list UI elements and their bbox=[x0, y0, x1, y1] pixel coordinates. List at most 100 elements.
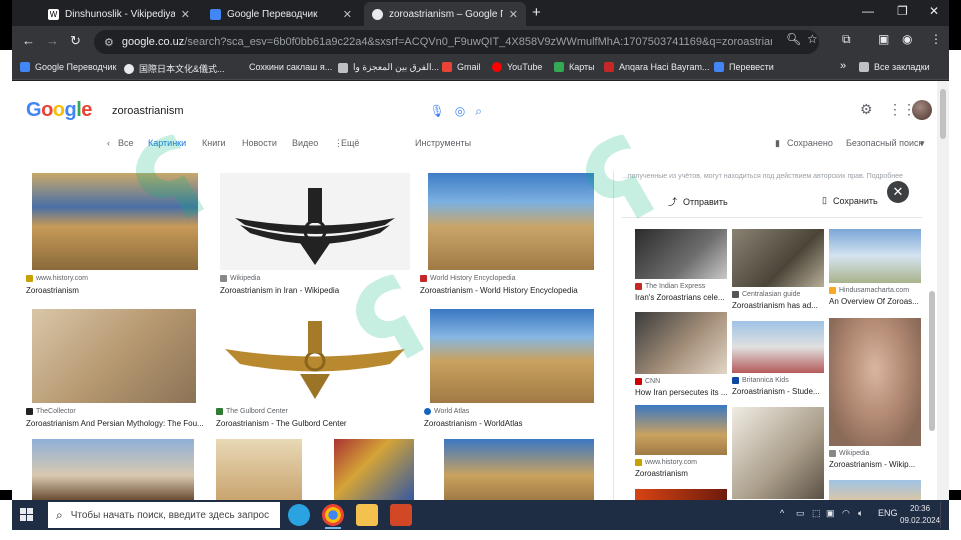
bookmark-item[interactable]: Карты bbox=[554, 62, 595, 72]
volume-icon[interactable]: 🔈︎ bbox=[858, 508, 863, 519]
result-image[interactable] bbox=[428, 173, 594, 270]
related-image[interactable] bbox=[635, 229, 727, 279]
close-icon[interactable]: ✕ bbox=[181, 8, 190, 21]
safesearch-button[interactable]: Безопасный поиск bbox=[846, 138, 922, 148]
related-source[interactable]: Britannica Kids bbox=[732, 377, 789, 384]
page-scrollbar[interactable] bbox=[937, 81, 949, 500]
powerpoint-icon[interactable] bbox=[390, 504, 412, 526]
bookmark-item[interactable]: Gmail bbox=[442, 62, 481, 72]
bookmark-item[interactable]: Сохкини саклаш я... bbox=[234, 62, 332, 72]
related-caption[interactable]: Iran's Zoroastrians cele... bbox=[635, 293, 729, 302]
extensions-icon[interactable]: ⧉ bbox=[842, 32, 851, 47]
scrollbar-thumb[interactable] bbox=[929, 291, 935, 431]
close-icon[interactable]: ✕ bbox=[343, 8, 352, 21]
related-image[interactable] bbox=[635, 489, 727, 500]
wifi-icon[interactable]: ◠ bbox=[842, 508, 850, 519]
result-image[interactable] bbox=[430, 309, 594, 403]
forward-arrow-icon[interactable]: → bbox=[46, 33, 59, 48]
related-image[interactable] bbox=[829, 229, 921, 283]
close-icon[interactable]: ✕ bbox=[887, 181, 909, 203]
clock[interactable]: 20:36 09.02.2024 bbox=[900, 503, 940, 527]
related-caption[interactable]: Zoroastrianism has ad... bbox=[732, 301, 826, 310]
result-image[interactable] bbox=[220, 173, 410, 270]
related-caption[interactable]: Zoroastrianism - Stude... bbox=[732, 387, 826, 396]
back-arrow-icon[interactable]: ← bbox=[22, 33, 35, 48]
result-image[interactable] bbox=[32, 439, 194, 500]
tools-button[interactable]: Инструменты bbox=[415, 138, 471, 148]
scrollbar-thumb[interactable] bbox=[940, 89, 946, 139]
chevron-down-icon[interactable]: ▾ bbox=[920, 138, 925, 149]
saved-bookmark-icon[interactable]: ▮ bbox=[775, 138, 780, 149]
related-source[interactable]: www.history.com bbox=[635, 459, 697, 466]
result-image[interactable] bbox=[32, 173, 198, 270]
bookmark-item[interactable]: Anqara Haci Bayram... bbox=[604, 62, 710, 72]
filter-more[interactable]: Ещё bbox=[341, 138, 359, 148]
tray-network-icon[interactable]: ▭ bbox=[796, 508, 805, 519]
tray-chevron-icon[interactable]: ^ bbox=[780, 508, 784, 518]
related-source[interactable]: The Indian Express bbox=[635, 283, 705, 290]
zoom-icon[interactable]: 🔍︎ bbox=[786, 32, 801, 46]
related-source[interactable]: Hindusamacharta.com bbox=[829, 287, 909, 294]
related-image[interactable] bbox=[732, 321, 824, 373]
bookmark-item[interactable]: الفرق بين المعجزة وا... bbox=[338, 62, 439, 73]
search-query[interactable]: zoroastrianism bbox=[112, 105, 430, 117]
settings-gear-icon[interactable]: ⚙ bbox=[860, 101, 873, 118]
related-source[interactable]: CNN bbox=[635, 378, 660, 385]
related-source[interactable]: Centralasian guide bbox=[732, 291, 800, 298]
related-caption[interactable]: An Overview Of Zoroas... bbox=[829, 297, 923, 306]
bookmark-item[interactable]: Перевести bbox=[714, 62, 774, 72]
filter-all[interactable]: Все bbox=[118, 138, 134, 148]
tab-google-translate[interactable]: Google Переводчик ✕ bbox=[202, 2, 360, 26]
result-source[interactable]: TheCollector bbox=[26, 408, 76, 415]
related-image[interactable] bbox=[732, 229, 824, 287]
related-caption[interactable]: Zoroastrianism bbox=[635, 469, 729, 478]
bookmark-star-icon[interactable]: ☆ bbox=[807, 32, 818, 46]
taskbar-search[interactable]: ⌕ Чтобы начать поиск, введите здесь запр… bbox=[48, 502, 280, 528]
saved-link[interactable]: Сохранено bbox=[787, 138, 833, 148]
result-source[interactable]: World Atlas bbox=[424, 408, 469, 415]
close-window-icon[interactable]: ✕ bbox=[929, 4, 939, 18]
bookmark-item[interactable]: 国際日本文化&儀式... bbox=[124, 62, 225, 75]
related-source[interactable]: Wikipedia bbox=[829, 450, 869, 457]
address-bar[interactable]: ⚙ google.co.uz/search?sca_esv=6b0f0bb61a… bbox=[94, 30, 819, 54]
telegram-icon[interactable] bbox=[288, 504, 310, 526]
result-image[interactable] bbox=[444, 439, 594, 500]
reload-icon[interactable]: ↻ bbox=[70, 33, 81, 49]
side-panel-icon[interactable]: ▣ bbox=[878, 32, 889, 46]
related-image[interactable] bbox=[635, 312, 727, 374]
share-button[interactable]: ⤴ Отправить bbox=[668, 195, 728, 208]
windows-start-icon[interactable] bbox=[20, 508, 34, 522]
bookmark-item[interactable]: Google Переводчик bbox=[20, 62, 116, 72]
result-image[interactable] bbox=[216, 439, 302, 500]
menu-dots-icon[interactable]: ⋮ bbox=[930, 32, 942, 46]
profile-icon[interactable]: ◉ bbox=[902, 32, 912, 46]
panel-scrollbar[interactable] bbox=[929, 191, 935, 491]
related-image[interactable] bbox=[829, 318, 921, 446]
microphone-icon[interactable]: 🎙︎ bbox=[430, 104, 445, 118]
result-caption[interactable]: Zoroastrianism - World History Encyclope… bbox=[420, 286, 610, 295]
result-image[interactable] bbox=[32, 309, 196, 403]
bookmark-item[interactable]: YouTube bbox=[492, 62, 542, 72]
tab-zoroastrianism-search[interactable]: zoroastrianism – Google Поиск ✕ bbox=[364, 2, 526, 26]
language-indicator[interactable]: ENG bbox=[878, 508, 898, 518]
google-logo[interactable]: Google bbox=[26, 99, 92, 122]
result-caption[interactable]: Zoroastrianism - The Gulbord Center bbox=[216, 419, 406, 428]
result-caption[interactable]: Zoroastrianism bbox=[26, 286, 206, 295]
bookmarks-overflow-icon[interactable]: » bbox=[840, 60, 846, 72]
filter-books[interactable]: Книги bbox=[202, 138, 226, 148]
show-desktop-button[interactable] bbox=[940, 502, 944, 528]
filter-images[interactable]: Картинки bbox=[148, 138, 186, 148]
related-image[interactable] bbox=[732, 407, 824, 499]
search-icon[interactable]: ⌕ bbox=[475, 104, 482, 119]
restore-icon[interactable]: ❐ bbox=[897, 4, 908, 18]
back-chevron-icon[interactable]: ‹ bbox=[107, 138, 110, 148]
related-caption[interactable]: How Iran persecutes its ... bbox=[635, 388, 729, 397]
result-caption[interactable]: Zoroastrianism in Iran - Wikipedia bbox=[220, 286, 410, 295]
related-image[interactable] bbox=[635, 405, 727, 455]
result-caption[interactable]: Zoroastrianism And Persian Mythology: Th… bbox=[26, 419, 214, 428]
all-bookmarks-button[interactable]: Все закладки bbox=[859, 62, 930, 72]
filter-video[interactable]: Видео bbox=[292, 138, 318, 148]
result-source[interactable]: World History Encyclopedia bbox=[420, 275, 515, 282]
file-explorer-icon[interactable] bbox=[356, 504, 378, 526]
result-source[interactable]: www.history.com bbox=[26, 275, 88, 282]
